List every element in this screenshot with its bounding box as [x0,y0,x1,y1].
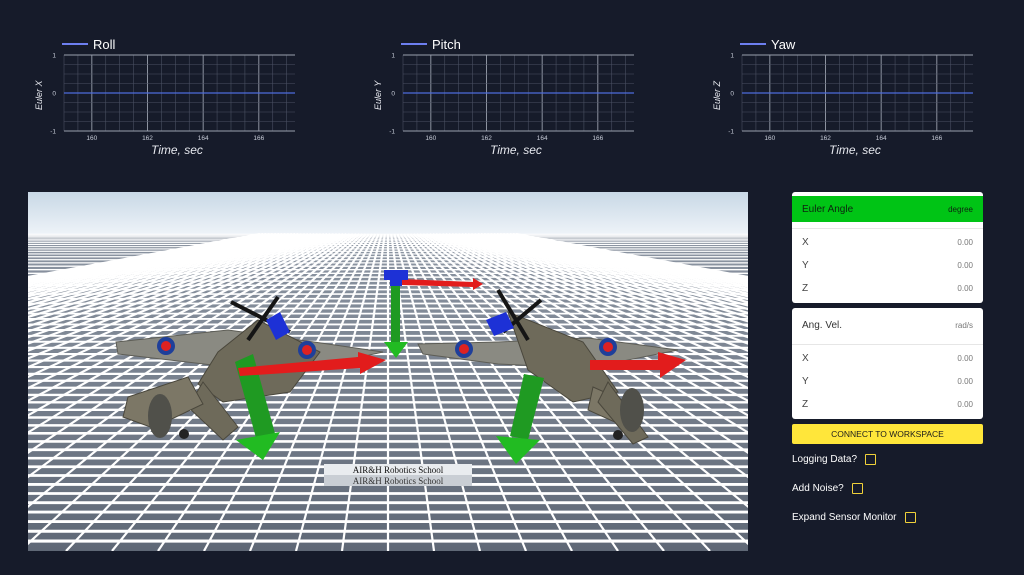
euler-row-y: Y 0.00 [792,254,983,277]
logging-data-checkbox[interactable] [865,454,877,465]
euler-z-value: 0.00 [957,284,973,293]
x-tick-label: 166 [931,135,942,142]
ang-vel-y-value: 0.00 [957,377,973,386]
euler-x-value: 0.00 [957,238,973,247]
ang-vel-y-label: Y [802,376,809,387]
yaw-chart-plot: 160 162 164 166 1 0 -1 [728,53,973,142]
euler-angle-card: Euler Angle degree X 0.00 Y 0.00 Z 0.00 [792,192,983,303]
euler-angle-title: Euler Angle [802,203,854,215]
add-noise-label: Add Noise? [792,483,844,494]
add-noise-checkbox[interactable] [851,483,863,494]
euler-y-value: 0.00 [957,261,973,270]
x-tick-label: 160 [764,135,775,142]
y-tick-label: 1 [52,53,56,60]
add-noise-option[interactable]: Add Noise? [792,483,863,494]
ang-vel-row-y: Y 0.00 [792,370,983,393]
x-tick-label: 166 [592,135,603,142]
x-tick-label: 164 [198,135,209,142]
y-tick-label: 0 [391,91,395,98]
x-tick-label: 160 [425,135,436,142]
y-tick-label: 0 [52,91,56,98]
x-tick-label: 162 [481,135,492,142]
ang-vel-row-x: X 0.00 [792,347,983,370]
euler-angle-header: Euler Angle degree [792,196,983,222]
x-tick-label: 164 [537,135,548,142]
3d-viewport[interactable]: AIR&H Robotics School AIR&H Robotics Sch… [28,192,748,551]
connect-to-workspace-button[interactable]: CONNECT TO WORKSPACE [792,424,983,444]
roll-x-axis-label: Time, sec [151,143,203,157]
x-tick-label: 162 [142,135,153,142]
y-tick-label: -1 [389,129,395,136]
y-tick-label: 1 [391,53,395,60]
euler-row-z: Z 0.00 [792,277,983,300]
ang-vel-x-value: 0.00 [957,354,973,363]
euler-x-label: X [802,237,809,248]
ang-vel-x-label: X [802,353,809,364]
euler-angle-unit: degree [948,204,973,214]
ang-vel-title: Ang. Vel. [802,319,843,331]
ang-vel-card-divider [792,344,983,345]
pitch-x-axis-label: Time, sec [490,143,542,157]
sign-text-front: AIR&H Robotics School [353,465,444,475]
ang-vel-z-label: Z [802,399,809,410]
expand-sensor-monitor-checkbox[interactable] [904,512,916,523]
pitch-chart: Pitch Euler Y 160 162 164 166 1 0 -1 Time, sec [369,30,669,160]
euler-z-label: Z [802,283,809,294]
ang-vel-header: Ang. Vel. rad/s [792,312,983,338]
ref-z-axis-arrow [391,282,400,344]
y-tick-label: 0 [730,91,734,98]
sign-text-bottom: AIR&H Robotics School [353,476,444,486]
roll-chart: Roll Euler X 160 162 164 166 1 0 -1 Time, sec [30,30,330,160]
ang-vel-unit: rad/s [955,320,973,330]
school-sign: AIR&H Robotics School AIR&H Robotics Sch… [324,464,472,486]
roll-chart-plot: 160 162 164 166 1 0 -1 [50,53,295,142]
scene-canvas[interactable]: AIR&H Robotics School AIR&H Robotics Sch… [28,192,748,551]
y-tick-label: -1 [50,129,56,136]
logging-data-option[interactable]: Logging Data? [792,454,877,465]
x-tick-label: 166 [253,135,264,142]
ang-vel-z-value: 0.00 [957,400,973,409]
expand-sensor-monitor-option[interactable]: Expand Sensor Monitor [792,512,916,523]
x-tick-label: 160 [86,135,97,142]
sky-backdrop [28,192,748,234]
logging-data-label: Logging Data? [792,454,858,465]
euler-card-divider [792,228,983,229]
expand-sensor-monitor-label: Expand Sensor Monitor [792,512,897,523]
yaw-x-axis-label: Time, sec [829,143,881,157]
pitch-chart-plot: 160 162 164 166 1 0 -1 [389,53,634,142]
yaw-chart: Yaw Euler Z 160 162 164 166 1 0 -1 Time, sec [708,30,1008,160]
x-tick-label: 164 [876,135,887,142]
x-tick-label: 162 [820,135,831,142]
euler-row-x: X 0.00 [792,231,983,254]
euler-y-label: Y [802,260,809,271]
y-tick-label: 1 [730,53,734,60]
ang-vel-row-z: Z 0.00 [792,393,983,416]
angular-velocity-card: Ang. Vel. rad/s X 0.00 Y 0.00 Z 0.00 [792,308,983,419]
y-tick-label: -1 [728,129,734,136]
